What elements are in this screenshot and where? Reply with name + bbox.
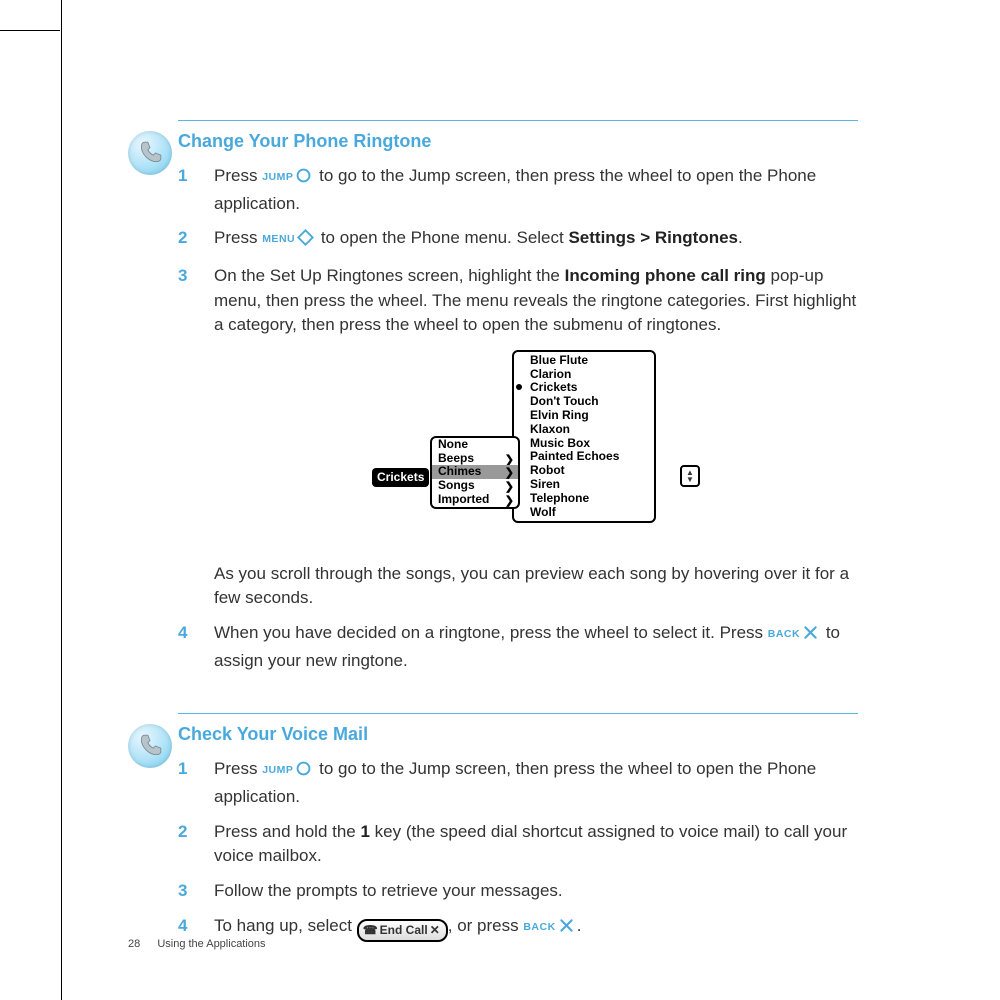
step-number: 4 xyxy=(178,621,214,673)
jump-label: JUMP xyxy=(262,764,293,776)
footer-section-title: Using the Applications xyxy=(157,938,265,950)
step-number: 3 xyxy=(178,879,214,904)
menu-label: MENU xyxy=(262,233,295,245)
songs-popup: Blue Flute Clarion Crickets Don't Touch … xyxy=(512,350,656,524)
step-text: Press xyxy=(214,166,262,185)
stepper-icon: ▲▼ xyxy=(680,465,700,487)
close-icon: ✕ xyxy=(430,923,440,937)
step-text: On the Set Up Ringtones screen, highligh… xyxy=(214,266,565,285)
step-text: Press and hold the xyxy=(214,822,360,841)
jump-icon xyxy=(295,760,312,785)
step-number: 2 xyxy=(178,820,214,869)
step-body: Follow the prompts to retrieve your mess… xyxy=(214,879,858,904)
chevron-right-icon: ❯ xyxy=(505,467,514,480)
chevron-right-icon: ❯ xyxy=(505,454,514,467)
song-item-selected: Crickets xyxy=(524,381,654,395)
section-check-voicemail: Check Your Voice Mail 1 Press JUMP to go… xyxy=(178,713,858,942)
step-text: As you scroll through the songs, you can… xyxy=(214,564,849,608)
step-item: 3 Follow the prompts to retrieve your me… xyxy=(178,879,858,904)
song-item: Painted Echoes xyxy=(524,450,654,464)
song-item: Telephone xyxy=(524,492,654,506)
song-item: Blue Flute xyxy=(524,354,654,368)
phone-hangup-icon: ☎ xyxy=(363,922,378,939)
step-body: To hang up, select ☎End Call✕, or press … xyxy=(214,914,858,942)
chevron-right-icon: ❯ xyxy=(505,481,514,494)
crop-mark-vertical xyxy=(61,0,62,1000)
back-icon xyxy=(558,917,575,942)
section-heading: Check Your Voice Mail xyxy=(178,724,858,745)
steps-list: 1 Press JUMP to go to the Jump screen, t… xyxy=(178,757,858,942)
step-body: On the Set Up Ringtones screen, highligh… xyxy=(214,264,858,611)
song-item: Music Box xyxy=(524,437,654,451)
category-item: Beeps❯ xyxy=(432,452,518,466)
back-icon xyxy=(802,624,819,649)
song-item: Klaxon xyxy=(524,423,654,437)
step-body: When you have decided on a ringtone, pre… xyxy=(214,621,858,673)
phone-app-icon xyxy=(128,131,172,175)
song-item: Don't Touch xyxy=(524,395,654,409)
category-item-selected: Chimes❯ xyxy=(432,465,518,479)
step-text: . xyxy=(577,916,582,935)
step-item: 4 To hang up, select ☎End Call✕, or pres… xyxy=(178,914,858,942)
step-bold: Settings > Ringtones xyxy=(568,228,738,247)
step-text: When you have decided on a ringtone, pre… xyxy=(214,623,768,642)
step-item: 2 Press and hold the 1 key (the speed di… xyxy=(178,820,858,869)
ringtone-menu-graphic: Crickets Blue Flute Clarion Crickets Don… xyxy=(372,350,700,550)
bullet-icon xyxy=(516,384,522,390)
steps-list: 1 Press JUMP to go to the Jump screen, t… xyxy=(178,164,858,673)
step-bold: Incoming phone call ring xyxy=(565,266,766,285)
end-call-button: ☎End Call✕ xyxy=(357,919,448,942)
song-item: Robot xyxy=(524,464,654,478)
category-item: Songs❯ xyxy=(432,479,518,493)
crop-mark-horizontal xyxy=(0,30,60,31)
step-item: 1 Press JUMP to go to the Jump screen, t… xyxy=(178,757,858,809)
song-item: Wolf xyxy=(524,506,654,520)
section-change-ringtone: Change Your Phone Ringtone 1 Press JUMP … xyxy=(178,120,858,673)
step-number: 3 xyxy=(178,264,214,611)
step-item: 3 On the Set Up Ringtones screen, highli… xyxy=(178,264,858,611)
step-text: Press xyxy=(214,759,262,778)
page-footer: 28 Using the Applications xyxy=(128,938,266,950)
song-item: Elvin Ring xyxy=(524,409,654,423)
step-body: Press JUMP to go to the Jump screen, the… xyxy=(214,164,858,216)
step-bold: 1 xyxy=(360,822,369,841)
end-call-label: End Call xyxy=(380,923,428,937)
category-item: None xyxy=(432,438,518,452)
menu-icon xyxy=(297,229,314,254)
step-item: 1 Press JUMP to go to the Jump screen, t… xyxy=(178,164,858,216)
page-number: 28 xyxy=(128,938,140,950)
jump-label: JUMP xyxy=(262,171,293,183)
step-body: Press JUMP to go to the Jump screen, the… xyxy=(214,757,858,809)
page-content: Change Your Phone Ringtone 1 Press JUMP … xyxy=(178,120,858,982)
chevron-right-icon: ❯ xyxy=(505,495,514,508)
step-item: 2 Press MENU to open the Phone menu. Sel… xyxy=(178,226,858,254)
categories-popup: None Beeps❯ Chimes❯ Songs❯ Imported❯ xyxy=(430,436,520,509)
step-body: Press MENU to open the Phone menu. Selec… xyxy=(214,226,858,254)
step-text: to open the Phone menu. Select xyxy=(316,228,568,247)
song-item: Siren xyxy=(524,478,654,492)
back-label: BACK xyxy=(768,628,800,640)
step-text: To hang up, select xyxy=(214,916,357,935)
jump-icon xyxy=(295,167,312,192)
step-text: , or press xyxy=(448,916,524,935)
step-number: 1 xyxy=(178,757,214,809)
category-item: Imported❯ xyxy=(432,493,518,507)
step-body: Press and hold the 1 key (the speed dial… xyxy=(214,820,858,869)
phone-app-icon xyxy=(128,724,172,768)
selected-ringtone-tag: Crickets xyxy=(372,468,429,487)
step-number: 1 xyxy=(178,164,214,216)
step-item: 4 When you have decided on a ringtone, p… xyxy=(178,621,858,673)
step-text: Follow the prompts to retrieve your mess… xyxy=(214,881,563,900)
step-text: . xyxy=(738,228,743,247)
step-text: Press xyxy=(214,228,262,247)
back-label: BACK xyxy=(523,921,555,933)
song-item: Clarion xyxy=(524,368,654,382)
section-heading: Change Your Phone Ringtone xyxy=(178,131,858,152)
step-number: 2 xyxy=(178,226,214,254)
